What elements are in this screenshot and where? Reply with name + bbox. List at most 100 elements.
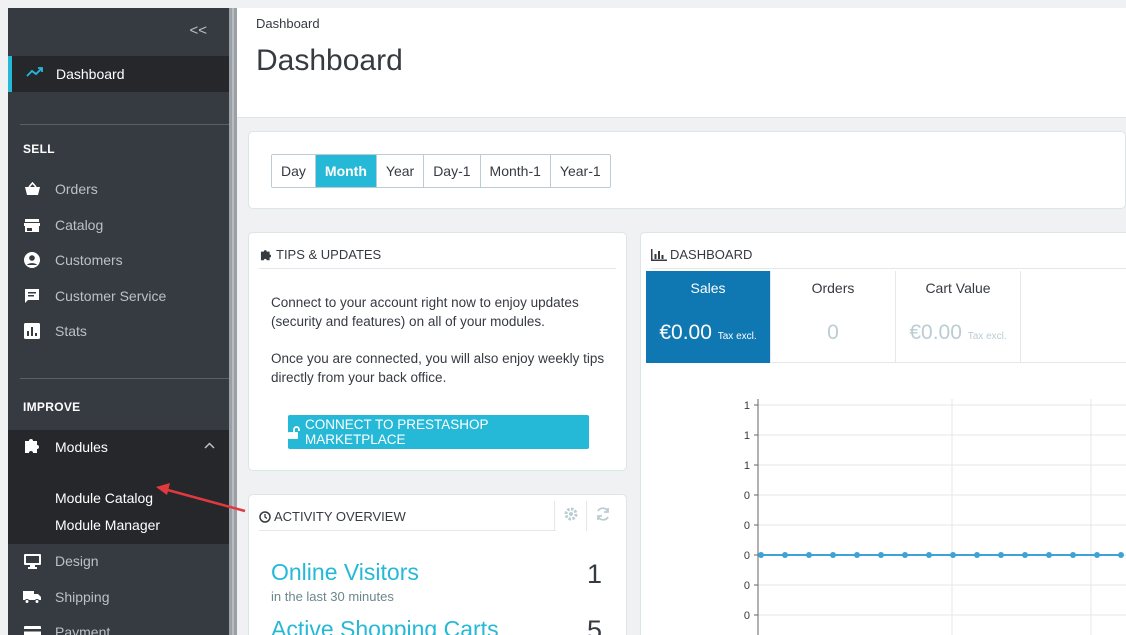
data-point [902, 552, 908, 558]
annotation-arrow [156, 483, 246, 513]
kpi-tax-note: Tax excl. [967, 331, 1007, 342]
splitter-line [232, 8, 234, 635]
sidebar: << Dashboard SELL Orders Catalog Custome… [8, 8, 229, 635]
data-point [854, 552, 860, 558]
tips-updates-panel: TIPS & UPDATES Connect to your account r… [248, 232, 627, 471]
panel-heading: DASHBOARD [651, 241, 1126, 269]
panel-tools [554, 501, 618, 531]
panel-title: DASHBOARD [670, 247, 753, 262]
kpi-name: Sales [690, 280, 726, 296]
kpi-cart-value[interactable]: Cart Value €0.00 Tax excl. [896, 271, 1021, 363]
chevron-up-icon[interactable] [204, 440, 215, 452]
connect-marketplace-button[interactable]: CONNECT TO PRESTASHOP MARKETPLACE [288, 415, 589, 449]
data-point [1118, 552, 1124, 558]
sidebar-item-label: Modules [55, 439, 108, 455]
y-tick-label: 0 [744, 580, 750, 592]
period-year-button[interactable]: Year [376, 155, 425, 187]
kpi-value-amount: 0 [827, 321, 839, 344]
sidebar-item-design[interactable]: Design [23, 550, 99, 572]
sidebar-item-label: Dashboard [56, 66, 125, 82]
trending-up-icon [26, 65, 44, 83]
unlock-icon [288, 425, 301, 439]
active-carts-value: 5 [586, 615, 602, 635]
page-title: Dashboard [256, 44, 403, 77]
online-visitors-link[interactable]: Online Visitors [271, 559, 419, 586]
truck-icon [23, 589, 41, 605]
data-point [1022, 552, 1028, 558]
kpi-sales[interactable]: Sales €0.00 Tax excl. [646, 271, 771, 363]
data-point [806, 552, 812, 558]
data-point [830, 552, 836, 558]
kpi-row: Sales €0.00 Tax excl. Orders 0 Cart Valu… [646, 271, 1126, 363]
kpi-orders[interactable]: Orders 0 [771, 271, 896, 363]
kpi-name: Cart Value [925, 280, 991, 296]
sidebar-item-payment[interactable]: Payment [23, 621, 110, 635]
puzzle-icon [23, 436, 41, 459]
period-year-minus-1-button[interactable]: Year-1 [550, 155, 610, 187]
page-header: Dashboard Dashboard [237, 8, 1126, 118]
kpi-value: €0.00 Tax excl. [646, 321, 770, 345]
data-point [782, 552, 788, 558]
dashboard-line-chart: 1 1 1 0 0 0 0 0 [744, 399, 1126, 635]
period-day-minus-1-button[interactable]: Day-1 [424, 155, 481, 187]
sidebar-divider [20, 124, 229, 125]
bar-chart-icon [651, 248, 667, 261]
chat-icon [23, 288, 41, 304]
data-point [926, 552, 932, 558]
sidebar-item-customer-service[interactable]: Customer Service [23, 285, 166, 307]
kpi-value-amount: €0.00 [659, 321, 712, 344]
sidebar-item-label: Catalog [55, 217, 104, 233]
activity-overview-panel: ACTIVITY OVERVIEW Online Visitors in the… [248, 494, 627, 635]
sidebar-item-catalog[interactable]: Catalog [23, 214, 103, 236]
account-icon [23, 252, 41, 268]
refresh-icon [595, 506, 611, 527]
data-point [1046, 552, 1052, 558]
bar-chart-icon [23, 323, 41, 339]
sidebar-item-stats[interactable]: Stats [23, 320, 87, 342]
sidebar-item-label: Orders [55, 181, 98, 197]
section-title-improve: IMPROVE [23, 400, 81, 414]
breadcrumb[interactable]: Dashboard [256, 16, 320, 31]
tips-paragraph: Once you are connected, you will also en… [271, 351, 605, 385]
period-month-minus-1-button[interactable]: Month-1 [480, 155, 551, 187]
period-month-button[interactable]: Month [315, 155, 377, 187]
sidebar-subitem-module-manager[interactable]: Module Manager [55, 517, 160, 533]
kpi-value: 0 [771, 321, 895, 345]
collapse-sidebar-button[interactable]: << [189, 22, 207, 39]
y-tick-label: 0 [744, 550, 750, 562]
online-visitors-sub: in the last 30 minutes [271, 589, 394, 604]
sidebar-item-orders[interactable]: Orders [23, 178, 98, 200]
kpi-extra[interactable] [1021, 271, 1126, 363]
y-tick-label: 0 [744, 610, 750, 622]
data-point [878, 552, 884, 558]
data-point [974, 552, 980, 558]
y-tick-label: 1 [744, 460, 750, 472]
sidebar-item-label: Design [55, 553, 99, 569]
data-point [1094, 552, 1100, 558]
sidebar-divider [20, 378, 229, 379]
kpi-tax-note: Tax excl. [717, 331, 757, 342]
data-point [758, 552, 764, 558]
basket-icon [23, 181, 41, 197]
refresh-button[interactable] [586, 501, 618, 531]
desktop-icon [23, 553, 41, 569]
settings-button[interactable] [554, 501, 586, 531]
online-visitors-value: 1 [586, 559, 602, 589]
y-tick-label: 0 [744, 490, 750, 502]
y-tick-label: 1 [744, 400, 750, 412]
sidebar-item-modules[interactable]: Modules [23, 435, 108, 459]
active-carts-link[interactable]: Active Shopping Carts [271, 616, 499, 635]
sidebar-subitem-module-catalog[interactable]: Module Catalog [55, 490, 153, 506]
y-tick-label: 1 [744, 430, 750, 442]
panel-title: ACTIVITY OVERVIEW [274, 509, 406, 524]
sidebar-item-shipping[interactable]: Shipping [23, 586, 110, 608]
sidebar-item-dashboard[interactable]: Dashboard [8, 56, 229, 92]
period-day-button[interactable]: Day [272, 155, 316, 187]
section-title-sell: SELL [23, 142, 55, 156]
kpi-value: €0.00 Tax excl. [896, 321, 1020, 345]
sidebar-item-customers[interactable]: Customers [23, 249, 123, 271]
store-icon [23, 217, 41, 233]
payment-icon [23, 624, 41, 635]
panel-heading: ACTIVITY OVERVIEW [259, 503, 556, 531]
sidebar-item-label: Customer Service [55, 288, 167, 304]
